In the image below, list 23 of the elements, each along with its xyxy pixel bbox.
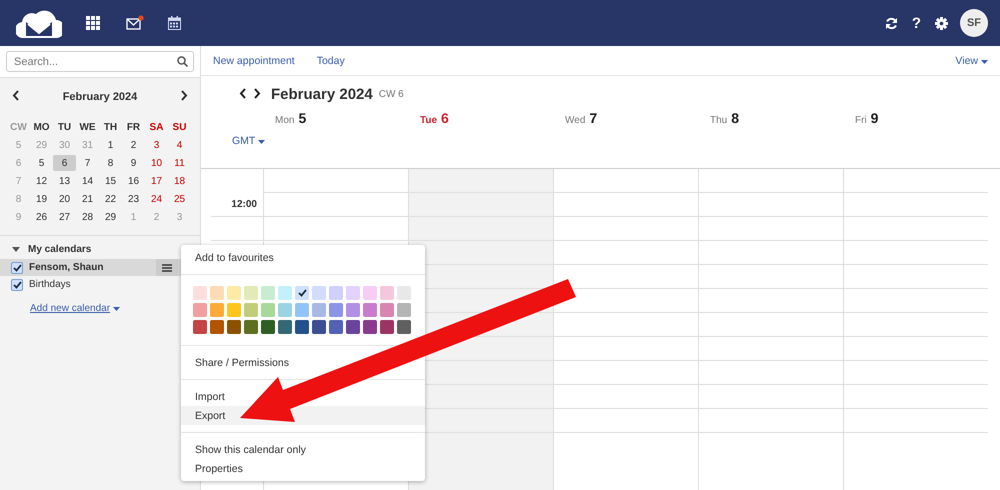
time-label: 12:00 (231, 199, 257, 210)
week-number: 6 (14, 156, 22, 170)
weekday-label: WE (78, 120, 97, 134)
month-title: February 2024 (62, 90, 138, 102)
weekday-label: CW (9, 120, 28, 134)
weekday-label: TH (102, 120, 118, 134)
weekday-label: SU (172, 120, 188, 134)
week-number: 9 (14, 210, 22, 224)
day-header: Fri 9 (854, 110, 880, 126)
day-header: Mon 5 (274, 110, 308, 126)
weekday-label: FR (126, 120, 142, 134)
day-header: Thu 8 (709, 110, 740, 126)
weekday-label: SA (148, 120, 164, 134)
week-number: 8 (14, 192, 22, 206)
week-number: 5 (14, 138, 22, 152)
week-number: 7 (14, 174, 22, 188)
day-header: Wed 7 (564, 110, 598, 126)
weekday-label: TU (56, 120, 72, 134)
weekday-label: MO (32, 120, 51, 134)
day-header: Tue 6 (419, 110, 450, 126)
section-title: My calendars (28, 244, 92, 255)
calendar-week-label: CW 6 (378, 89, 404, 100)
week-title: February 2024 (271, 86, 373, 103)
